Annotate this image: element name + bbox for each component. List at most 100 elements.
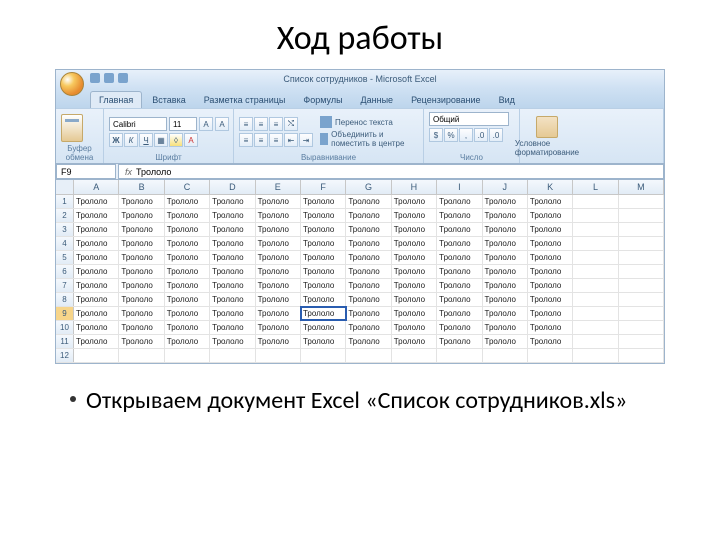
col-header-C[interactable]: C <box>165 180 210 194</box>
align-bottom-button[interactable]: ≡ <box>269 117 283 131</box>
cell-B3[interactable]: Трололо <box>119 223 164 236</box>
cell-K6[interactable]: Трололо <box>528 265 573 278</box>
row-header-1[interactable]: 1 <box>56 195 74 208</box>
indent-inc-button[interactable]: ⇥ <box>299 133 313 147</box>
cell-F11[interactable]: Трололо <box>301 335 346 348</box>
cell-D5[interactable]: Трололо <box>210 251 255 264</box>
cell-M1[interactable] <box>619 195 664 208</box>
cell-D4[interactable]: Трололо <box>210 237 255 250</box>
indent-dec-button[interactable]: ⇤ <box>284 133 298 147</box>
cell-H11[interactable]: Трололо <box>392 335 437 348</box>
cell-D9[interactable]: Трололо <box>210 307 255 320</box>
cell-M11[interactable] <box>619 335 664 348</box>
paste-icon[interactable] <box>61 114 83 142</box>
cell-E7[interactable]: Трололо <box>256 279 301 292</box>
cell-M8[interactable] <box>619 293 664 306</box>
conditional-format-button[interactable]: Условное форматирование <box>525 116 569 157</box>
comma-button[interactable]: , <box>459 128 473 142</box>
merge-center-button[interactable]: Объединить и поместить в центре <box>320 130 418 148</box>
cell-M3[interactable] <box>619 223 664 236</box>
inc-decimal-button[interactable]: .0 <box>474 128 488 142</box>
cell-I2[interactable]: Трололо <box>437 209 482 222</box>
cell-J8[interactable]: Трололо <box>483 293 528 306</box>
cell-H10[interactable]: Трололо <box>392 321 437 334</box>
currency-button[interactable]: $ <box>429 128 443 142</box>
row-header-10[interactable]: 10 <box>56 321 74 334</box>
row-header-12[interactable]: 12 <box>56 349 74 362</box>
col-header-E[interactable]: E <box>256 180 301 194</box>
cell-M10[interactable] <box>619 321 664 334</box>
cell-J7[interactable]: Трололо <box>483 279 528 292</box>
cell-B11[interactable]: Трололо <box>119 335 164 348</box>
cell-I10[interactable]: Трололо <box>437 321 482 334</box>
cell-A9[interactable]: Трололо <box>74 307 119 320</box>
bold-button[interactable]: Ж <box>109 133 123 147</box>
underline-button[interactable]: Ч <box>139 133 153 147</box>
font-name-combo[interactable]: Calibri <box>109 117 167 131</box>
cell-E8[interactable]: Трололо <box>256 293 301 306</box>
cell-K2[interactable]: Трололо <box>528 209 573 222</box>
cell-C12[interactable] <box>165 349 210 362</box>
cell-K10[interactable]: Трололо <box>528 321 573 334</box>
cell-I5[interactable]: Трололо <box>437 251 482 264</box>
cell-G3[interactable]: Трололо <box>346 223 391 236</box>
cell-E9[interactable]: Трололо <box>256 307 301 320</box>
row-header-2[interactable]: 2 <box>56 209 74 222</box>
cell-C10[interactable]: Трололо <box>165 321 210 334</box>
cell-J10[interactable]: Трололо <box>483 321 528 334</box>
cell-G6[interactable]: Трололо <box>346 265 391 278</box>
cell-I1[interactable]: Трололо <box>437 195 482 208</box>
cell-M2[interactable] <box>619 209 664 222</box>
cell-B2[interactable]: Трололо <box>119 209 164 222</box>
cell-D2[interactable]: Трололо <box>210 209 255 222</box>
cell-C2[interactable]: Трололо <box>165 209 210 222</box>
cell-C4[interactable]: Трололо <box>165 237 210 250</box>
cell-M7[interactable] <box>619 279 664 292</box>
name-box[interactable]: F9 <box>56 164 116 179</box>
cell-E4[interactable]: Трололо <box>256 237 301 250</box>
cell-H12[interactable] <box>392 349 437 362</box>
tab-Вставка[interactable]: Вставка <box>144 92 193 108</box>
cell-D10[interactable]: Трололо <box>210 321 255 334</box>
row-header-8[interactable]: 8 <box>56 293 74 306</box>
cell-A4[interactable]: Трололо <box>74 237 119 250</box>
cell-K1[interactable]: Трололо <box>528 195 573 208</box>
cell-A2[interactable]: Трололо <box>74 209 119 222</box>
col-header-M[interactable]: M <box>619 180 664 194</box>
cell-G5[interactable]: Трололо <box>346 251 391 264</box>
cell-K7[interactable]: Трололо <box>528 279 573 292</box>
cell-I6[interactable]: Трололо <box>437 265 482 278</box>
cell-H7[interactable]: Трололо <box>392 279 437 292</box>
cell-F7[interactable]: Трололо <box>301 279 346 292</box>
cell-B6[interactable]: Трололо <box>119 265 164 278</box>
cell-J2[interactable]: Трололо <box>483 209 528 222</box>
cell-D1[interactable]: Трололо <box>210 195 255 208</box>
cell-K4[interactable]: Трололо <box>528 237 573 250</box>
col-header-J[interactable]: J <box>483 180 528 194</box>
dec-decimal-button[interactable]: .0 <box>489 128 503 142</box>
formula-bar[interactable]: fx Трололо <box>118 164 664 179</box>
align-left-button[interactable]: ≡ <box>239 133 253 147</box>
cell-H5[interactable]: Трололо <box>392 251 437 264</box>
cell-G12[interactable] <box>346 349 391 362</box>
cell-A3[interactable]: Трололо <box>74 223 119 236</box>
cell-F5[interactable]: Трололо <box>301 251 346 264</box>
cell-I12[interactable] <box>437 349 482 362</box>
cell-B8[interactable]: Трололо <box>119 293 164 306</box>
col-header-L[interactable]: L <box>573 180 618 194</box>
cell-H2[interactable]: Трололо <box>392 209 437 222</box>
cell-I4[interactable]: Трололо <box>437 237 482 250</box>
cell-A7[interactable]: Трололо <box>74 279 119 292</box>
cell-G9[interactable]: Трололо <box>346 307 391 320</box>
tab-Главная[interactable]: Главная <box>90 91 142 108</box>
cell-H4[interactable]: Трололо <box>392 237 437 250</box>
cell-L5[interactable] <box>573 251 618 264</box>
cell-G7[interactable]: Трололо <box>346 279 391 292</box>
col-header-D[interactable]: D <box>210 180 255 194</box>
cell-F6[interactable]: Трололо <box>301 265 346 278</box>
cell-B1[interactable]: Трололо <box>119 195 164 208</box>
cell-E10[interactable]: Трололо <box>256 321 301 334</box>
cell-L1[interactable] <box>573 195 618 208</box>
cell-K12[interactable] <box>528 349 573 362</box>
row-header-5[interactable]: 5 <box>56 251 74 264</box>
